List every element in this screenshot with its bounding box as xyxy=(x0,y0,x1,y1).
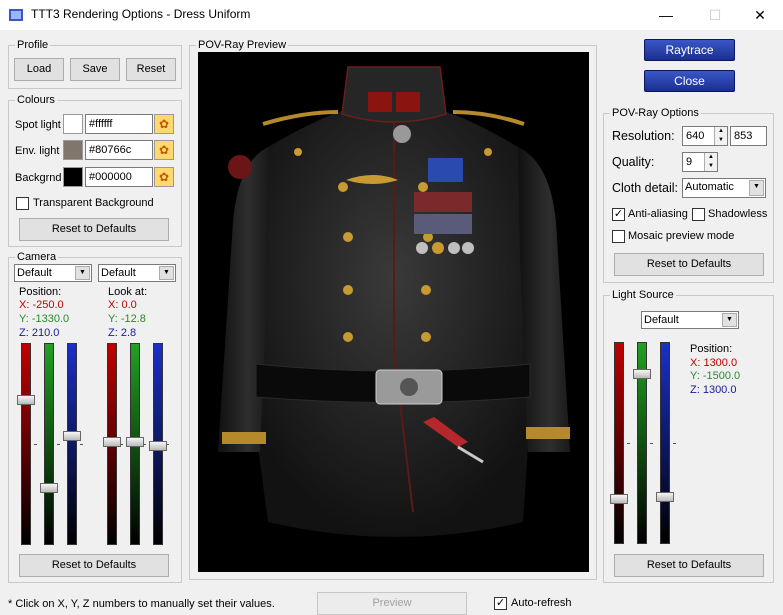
light-preset-value: Default xyxy=(644,314,679,326)
dropdown-arrow-icon: ▼ xyxy=(749,180,764,196)
transparent-checkbox[interactable] xyxy=(16,197,29,210)
env-light-swatch[interactable] xyxy=(63,140,83,160)
camera-position-label: Position: xyxy=(19,286,62,298)
hint-text: * Click on X, Y, Z numbers to manually s… xyxy=(8,598,275,610)
cloth-detail-select[interactable]: Automatic ▼ xyxy=(682,178,766,198)
auto-refresh-label: Auto-refresh xyxy=(511,597,572,609)
camera-lookat-y-slider-thumb[interactable] xyxy=(126,437,144,448)
light-source-title: Light Source xyxy=(610,288,676,302)
camera-position-x-slider-thumb[interactable] xyxy=(17,394,35,405)
camera-position-preset[interactable]: Default ▼ xyxy=(14,264,92,282)
close-button[interactable]: Close xyxy=(644,70,735,92)
light-pos-z[interactable]: Z: 1300.0 xyxy=(690,383,736,397)
camera-look-z[interactable]: Z: 2.8 xyxy=(108,326,136,340)
resolution-width-value: 640 xyxy=(686,130,705,142)
palette-icon[interactable]: ✿ xyxy=(154,140,174,160)
resolution-width-input[interactable]: 640 ▲ ▼ xyxy=(682,126,728,146)
camera-reset-button[interactable]: Reset to Defaults xyxy=(19,554,169,577)
slider-center-tick xyxy=(57,444,60,445)
camera-position-preset-value: Default xyxy=(17,267,52,279)
slider-center-tick xyxy=(34,444,37,445)
spot-light-hex[interactable]: #ffffff xyxy=(85,114,153,134)
camera-lookat-z-slider-thumb[interactable] xyxy=(149,440,167,451)
background-hex[interactable]: #000000 xyxy=(85,167,153,187)
window-title: TTT3 Rendering Options - Dress Uniform xyxy=(31,7,251,21)
mosaic-label: Mosaic preview mode xyxy=(628,230,735,242)
maximize-button[interactable]: ☐ xyxy=(692,0,738,30)
background-swatch[interactable] xyxy=(63,167,83,187)
camera-position-x-slider[interactable] xyxy=(21,343,31,545)
anti-aliasing-checkbox[interactable]: ✓ xyxy=(612,208,625,221)
camera-lookat-label: Look at: xyxy=(108,286,148,298)
resolution-height-input[interactable]: 853 xyxy=(730,126,767,146)
slider-center-tick xyxy=(80,444,83,445)
camera-look-x[interactable]: X: 0.0 xyxy=(108,298,137,312)
camera-look-y[interactable]: Y: -12.8 xyxy=(108,312,146,326)
spot-light-label: Spot light xyxy=(15,119,61,131)
resolution-label: Resolution: xyxy=(612,129,675,143)
camera-position-y-slider-thumb[interactable] xyxy=(40,483,58,494)
camera-lookat-preset[interactable]: Default ▼ xyxy=(98,264,176,282)
povray-reset-button[interactable]: Reset to Defaults xyxy=(614,253,764,276)
light-position-label: Position: xyxy=(690,343,733,355)
raytrace-button[interactable]: Raytrace xyxy=(644,39,735,61)
load-button[interactable]: Load xyxy=(14,58,64,81)
colours-reset-button[interactable]: Reset to Defaults xyxy=(19,218,169,241)
reset-button[interactable]: Reset xyxy=(126,58,176,81)
spot-light-swatch[interactable] xyxy=(63,114,83,134)
light-source-group: Light Source xyxy=(603,288,774,583)
palette-icon[interactable]: ✿ xyxy=(154,114,174,134)
colours-title: Colours xyxy=(15,93,57,107)
light-pos-x[interactable]: X: 1300.0 xyxy=(690,356,737,370)
render-preview xyxy=(198,52,589,572)
transparent-label: Transparent Background xyxy=(33,197,154,209)
camera-lookat-x-slider-thumb[interactable] xyxy=(103,437,121,448)
save-button[interactable]: Save xyxy=(70,58,120,81)
shadowless-label: Shadowless xyxy=(708,208,768,220)
preview-title: POV-Ray Preview xyxy=(196,38,289,52)
background-label: Backgrnd xyxy=(15,172,62,184)
profile-title: Profile xyxy=(15,38,51,52)
shadowless-checkbox[interactable] xyxy=(692,208,705,221)
camera-title: Camera xyxy=(15,250,59,264)
camera-position-z-slider[interactable] xyxy=(67,343,77,545)
camera-position-y-slider[interactable] xyxy=(44,343,54,545)
camera-pos-y[interactable]: Y: -1330.0 xyxy=(19,312,69,326)
spinner-arrows-icon[interactable]: ▲ ▼ xyxy=(714,127,727,145)
light-reset-button[interactable]: Reset to Defaults xyxy=(614,554,764,577)
spinner-arrows-icon[interactable]: ▲ ▼ xyxy=(704,153,717,171)
cloth-detail-value: Automatic xyxy=(685,181,734,193)
mosaic-checkbox[interactable] xyxy=(612,230,625,243)
camera-pos-x[interactable]: X: -250.0 xyxy=(19,298,64,312)
light-preset-select[interactable]: Default ▼ xyxy=(641,311,739,329)
palette-icon[interactable]: ✿ xyxy=(154,167,174,187)
env-light-label: Env. light xyxy=(15,145,60,157)
dropdown-arrow-icon: ▼ xyxy=(722,313,737,327)
dropdown-arrow-icon: ▼ xyxy=(159,266,174,280)
anti-aliasing-label: Anti-aliasing xyxy=(628,208,688,220)
povray-options-title: POV-Ray Options xyxy=(610,106,701,120)
camera-pos-z[interactable]: Z: 210.0 xyxy=(19,326,59,340)
camera-position-z-slider-thumb[interactable] xyxy=(63,431,81,442)
minimize-button[interactable]: — xyxy=(643,0,689,30)
auto-refresh-checkbox[interactable]: ✓ xyxy=(494,597,507,610)
preview-button[interactable]: Preview xyxy=(317,592,467,615)
app-icon xyxy=(9,9,23,21)
title-bar: TTT3 Rendering Options - Dress Uniform —… xyxy=(0,0,783,30)
camera-lookat-preset-value: Default xyxy=(101,267,136,279)
uniform-render xyxy=(218,66,570,537)
cloth-detail-label: Cloth detail: xyxy=(612,181,679,195)
quality-value: 9 xyxy=(686,156,693,168)
close-window-button[interactable]: ✕ xyxy=(737,0,783,30)
quality-label: Quality: xyxy=(612,155,655,169)
light-pos-y[interactable]: Y: -1500.0 xyxy=(690,369,740,383)
dropdown-arrow-icon: ▼ xyxy=(75,266,90,280)
quality-input[interactable]: 9 ▲ ▼ xyxy=(682,152,718,172)
env-light-hex[interactable]: #80766c xyxy=(85,140,153,160)
